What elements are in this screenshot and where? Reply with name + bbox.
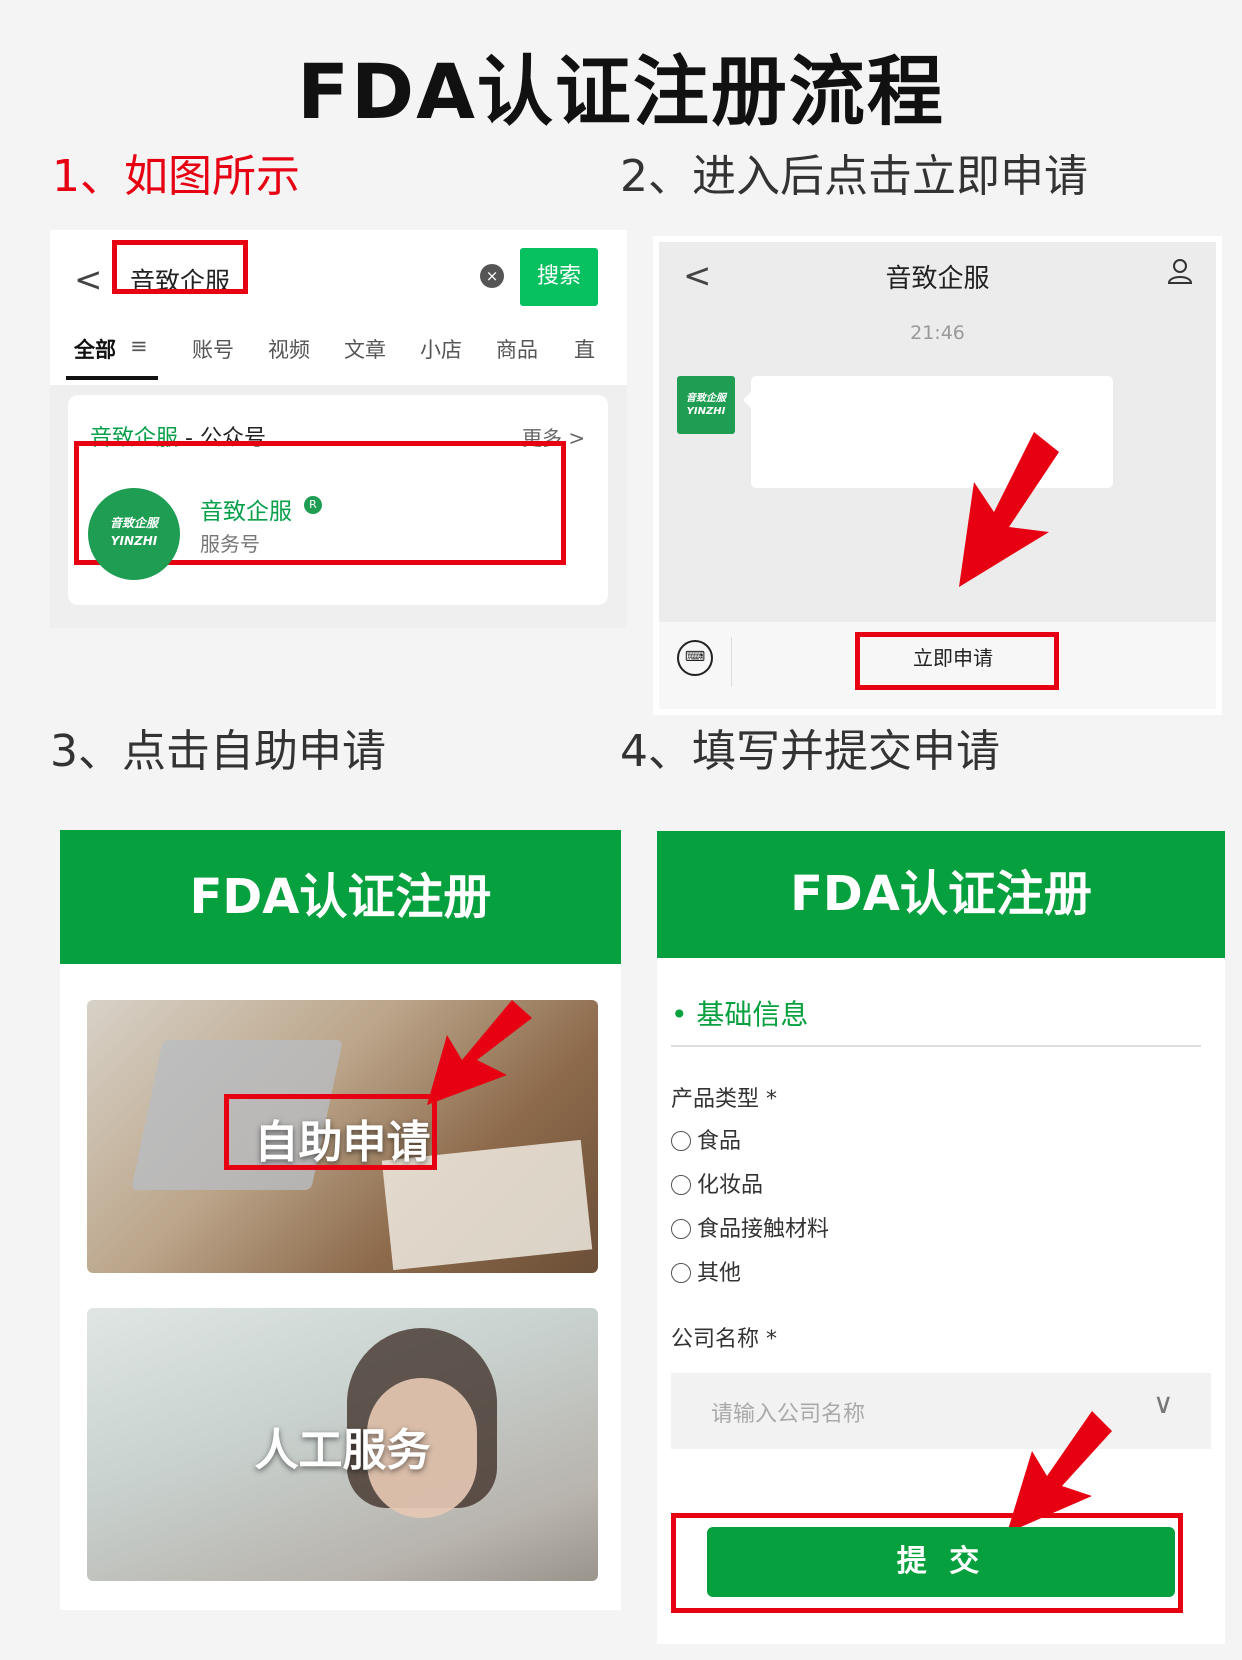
tab-shop[interactable]: 小店: [420, 334, 462, 364]
step-2-title: 2、进入后点击立即申请: [620, 151, 1088, 202]
radio-label: 食品: [697, 1129, 742, 1154]
tab-video[interactable]: 视频: [268, 334, 310, 364]
highlight-box-submit: [671, 1513, 1183, 1613]
avatar: 音致企服 YINZHI: [677, 376, 735, 434]
radio-circle-icon: [671, 1263, 691, 1283]
highlight-box-apply: [855, 632, 1059, 690]
human-service-card[interactable]: 人工服务: [87, 1308, 598, 1581]
account-name[interactable]: 音致企服: [200, 492, 292, 526]
bar-divider: [731, 637, 732, 687]
self-service-card[interactable]: 自助申请: [87, 1000, 598, 1273]
radio-label: 化妆品: [697, 1173, 764, 1198]
red-arrow-icon: [959, 432, 1059, 587]
radio-circle-icon: [671, 1131, 691, 1151]
back-icon[interactable]: <: [74, 260, 103, 300]
step-2-screenshot: < 音致企服 21:46 音致企服 YINZHI ⌨ 立即申请: [653, 236, 1222, 715]
profile-icon[interactable]: [1165, 256, 1195, 286]
radio-cosmetics[interactable]: 化妆品: [671, 1167, 763, 1199]
search-button[interactable]: 搜索: [520, 248, 598, 306]
product-type-label: 产品类型 *: [671, 1087, 777, 1112]
account-type: 服务号: [200, 532, 260, 556]
human-service-label: 人工服务: [254, 1425, 431, 1476]
radio-label: 其他: [697, 1261, 742, 1286]
page-title: FDA认证注册流程: [297, 47, 945, 136]
tab-all[interactable]: 全部: [74, 334, 116, 364]
radio-label: 食品接触材料: [697, 1217, 830, 1242]
chat-title: 音致企服: [885, 264, 990, 294]
section-title: • 基础信息: [671, 998, 809, 1031]
panel-3-header: FDA认证注册: [60, 830, 621, 964]
keyboard-icon[interactable]: ⌨: [677, 640, 713, 676]
message-time: 21:46: [910, 322, 965, 344]
verified-badge-icon: R: [304, 496, 322, 514]
panel-4-header: FDA认证注册: [657, 831, 1225, 958]
avatar-text-en: YINZHI: [686, 406, 726, 417]
active-tab-indicator: [66, 376, 158, 380]
company-name-placeholder: 请输入公司名称: [711, 1402, 866, 1427]
avatar-text-cn: 音致企服: [686, 393, 726, 404]
clear-icon[interactable]: ×: [480, 264, 504, 288]
radio-other[interactable]: 其他: [671, 1255, 741, 1287]
tab-account[interactable]: 账号: [192, 334, 234, 364]
step-1-screenshot: < 音致企服 × 搜索 全部 ≡ 账号 视频 文章 小店 商品 直 音致企服 -…: [50, 230, 627, 628]
radio-food[interactable]: 食品: [671, 1123, 741, 1155]
step-1-title: 1、如图所示: [52, 151, 300, 202]
filter-icon[interactable]: ≡: [130, 334, 148, 358]
search-tabs: 全部 ≡ 账号 视频 文章 小店 商品 直: [74, 334, 614, 374]
step-4-title: 4、填写并提交申请: [620, 726, 1000, 777]
chevron-down-icon[interactable]: ∨: [1153, 1387, 1174, 1420]
tab-article[interactable]: 文章: [344, 334, 386, 364]
account-logo[interactable]: 音致企服 YINZHI: [88, 488, 180, 580]
tab-live[interactable]: 直: [574, 334, 595, 364]
step-3-title: 3、点击自助申请: [50, 726, 386, 777]
red-arrow-icon: [427, 1000, 532, 1105]
bubble-tip: [743, 392, 751, 408]
tab-product[interactable]: 商品: [496, 334, 538, 364]
radio-food-contact[interactable]: 食品接触材料: [671, 1211, 829, 1243]
radio-circle-icon: [671, 1219, 691, 1239]
step-3-screenshot: FDA认证注册 自助申请 人工服务: [60, 830, 621, 1610]
highlight-box-search: [112, 240, 248, 294]
step-4-screenshot: FDA认证注册 • 基础信息 产品类型 * 食品 化妆品 食品接触材料 其他 公…: [657, 831, 1225, 1644]
section-divider: [671, 1045, 1201, 1047]
highlight-box-self-service: [224, 1094, 437, 1170]
logo-text-en: YINZHI: [110, 534, 158, 548]
logo-text-cn: 音致企服: [109, 516, 158, 530]
company-name-label: 公司名称 *: [671, 1327, 777, 1352]
radio-circle-icon: [671, 1175, 691, 1195]
